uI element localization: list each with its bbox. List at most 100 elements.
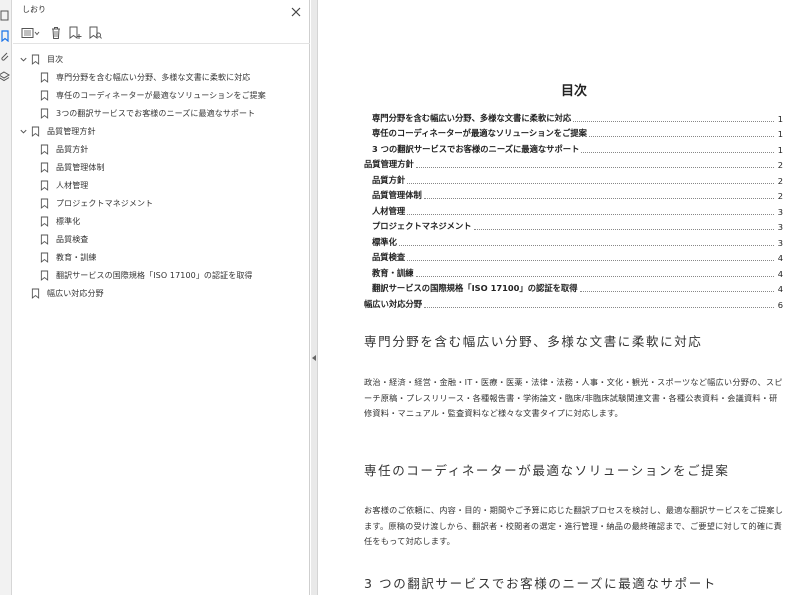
- toc-entry-text: 品質管理体制: [372, 190, 422, 200]
- toc-leader-dots: [581, 151, 774, 153]
- toc-entry[interactable]: 専門分野を含む幅広い分野、多様な文書に柔軟に対応 1: [364, 108, 783, 124]
- toc-entry[interactable]: 標準化 3: [364, 232, 783, 248]
- toc-leader-dots: [473, 229, 774, 230]
- bookmark-icon: [40, 161, 50, 173]
- toc-entry-text: 専任のコーディネーターが最適なソリューションをご提案: [372, 128, 587, 138]
- bookmark-label: 標準化: [56, 216, 81, 226]
- panel-splitter[interactable]: [311, 0, 318, 595]
- delete-bookmark-button[interactable]: [50, 25, 62, 41]
- bookmark-item[interactable]: 教育・訓練: [13, 248, 310, 266]
- toc-entry-text: 教育・訓練: [372, 267, 414, 278]
- chevron-down-icon[interactable]: [18, 54, 28, 64]
- bookmark-item[interactable]: 翻訳サービスの国際規格「ISO 17100」の認証を取得: [13, 266, 310, 284]
- tool-strip: [0, 0, 12, 595]
- layers-icon[interactable]: [0, 70, 10, 82]
- bookmark-item[interactable]: 3つの翻訳サービスでお客様のニーズに最適なサポート: [13, 104, 310, 122]
- toc-page-number: 2: [777, 191, 783, 201]
- bookmarks-icon[interactable]: [0, 30, 10, 42]
- options-menu-button[interactable]: [21, 25, 41, 41]
- toc-entry[interactable]: 幅広い対応分野 6: [364, 294, 783, 310]
- toc-entry-text: 人材管理: [372, 205, 406, 216]
- close-icon[interactable]: [290, 3, 302, 17]
- bookmark-icon: [40, 71, 50, 83]
- section-body-1: 政治・経済・経営・金融・IT・医療・医薬・法律・法務・人事・文化・観光・スポーツ…: [364, 377, 783, 418]
- panel-header: しおり: [13, 0, 310, 20]
- toc-page-number: 2: [777, 160, 783, 170]
- chevron-down-icon[interactable]: [18, 126, 28, 136]
- attachments-icon[interactable]: [0, 50, 10, 62]
- toc-leader-dots: [579, 291, 774, 292]
- bookmark-icon: [31, 125, 41, 137]
- new-bookmark-button[interactable]: [68, 25, 82, 41]
- bookmark-item[interactable]: 専任のコーディネーターが最適なソリューションをご提案: [13, 86, 310, 104]
- toc-page-number: 2: [777, 175, 783, 186]
- toc-entry-text: 品質方針: [372, 174, 406, 185]
- collapse-arrow-icon[interactable]: [312, 355, 316, 361]
- bookmark-label: 品質検査: [56, 234, 89, 244]
- section-heading-1: 専門分野を含む幅広い分野、多様な文書に柔軟に対応: [364, 334, 703, 349]
- toc-page-number: 3: [777, 222, 783, 232]
- bookmark-icon: [31, 53, 41, 65]
- toc-entry[interactable]: 翻訳サービスの国際規格「ISO 17100」の認証を取得 4: [364, 279, 783, 294]
- bookmark-item[interactable]: 品質方針: [13, 140, 310, 158]
- section-heading-2: 専任のコーディネーターが最適なソリューションをご提案: [364, 463, 730, 478]
- toc-page-number: 4: [777, 253, 783, 263]
- toc-page-number: 6: [777, 299, 783, 310]
- toc-entry-text: プロジェクトマネジメント: [372, 221, 472, 231]
- toc-entry[interactable]: 専任のコーディネーターが最適なソリューションをご提案 1: [364, 124, 783, 139]
- section-heading-3: 3 つの翻訳サービスでお客様のニーズに最適なサポート: [364, 576, 717, 591]
- toc-entry-text: 専門分野を含む幅広い分野、多様な文書に柔軟に対応: [372, 112, 572, 123]
- bookmark-item[interactable]: 品質管理体制: [13, 158, 310, 176]
- bookmark-item[interactable]: 品質管理方針: [13, 122, 310, 140]
- toc-leader-dots: [398, 244, 774, 246]
- bookmark-search-button[interactable]: [88, 25, 102, 41]
- toc-page-number: 3: [777, 237, 783, 248]
- bookmark-icon: [40, 269, 50, 281]
- bookmark-label: 3つの翻訳サービスでお客様のニーズに最適なサポート: [56, 108, 256, 118]
- toc-entry-text: 標準化: [372, 236, 397, 247]
- bookmark-label: 専門分野を含む幅広い分野、多様な文書に柔軟に対応: [56, 72, 251, 82]
- table-of-contents: 専門分野を含む幅広い分野、多様な文書に柔軟に対応 1 専任のコーディネーターが最適な…: [364, 108, 783, 310]
- toc-entry[interactable]: 品質検査 4: [364, 248, 783, 263]
- toc-entry[interactable]: プロジェクトマネジメント 3: [364, 217, 783, 232]
- toc-leader-dots: [407, 213, 774, 215]
- toc-leader-dots: [407, 182, 774, 184]
- bookmark-label: 品質管理体制: [56, 162, 105, 172]
- trash-icon: [52, 27, 60, 39]
- bookmark-item[interactable]: 目次: [13, 50, 310, 68]
- toc-entry-text: 品質検査: [372, 252, 406, 262]
- bookmark-item[interactable]: 標準化: [13, 212, 310, 230]
- toc-page-number: 4: [777, 284, 783, 294]
- bookmark-label: 専任のコーディネーターが最適なソリューションをご提案: [56, 90, 266, 100]
- toc-entry[interactable]: 教育・訓練 4: [364, 263, 783, 279]
- bookmark-icon: [31, 287, 41, 299]
- bookmark-label: 幅広い対応分野: [47, 288, 104, 298]
- toc-page-number: 1: [777, 144, 783, 155]
- toc-leader-dots: [407, 260, 774, 261]
- bookmark-item[interactable]: 人材管理: [13, 176, 310, 194]
- bookmark-tree: 目次専門分野を含む幅広い分野、多様な文書に柔軟に対応専任のコーディネーターが最適…: [13, 50, 310, 302]
- toc-page-number: 4: [777, 268, 783, 279]
- page-thumbnails-icon[interactable]: [0, 10, 10, 22]
- bookmark-label: 目次: [47, 54, 64, 64]
- document-page: 目次 専門分野を含む幅広い分野、多様な文書に柔軟に対応 1 専任のコーディネーターが…: [319, 0, 800, 595]
- toc-entry-text: 品質管理方針: [364, 159, 414, 169]
- toc-entry[interactable]: 品質方針 2: [364, 170, 783, 186]
- bookmark-item[interactable]: 専門分野を含む幅広い分野、多様な文書に柔軟に対応: [13, 68, 310, 86]
- bookmark-item[interactable]: 幅広い対応分野: [13, 284, 310, 302]
- bookmark-item[interactable]: プロジェクトマネジメント: [13, 194, 310, 212]
- toc-entry[interactable]: 3 つの翻訳サービスでお客様のニーズに最適なサポート 1: [364, 139, 783, 155]
- toc-entry[interactable]: 人材管理 3: [364, 201, 783, 217]
- toc-page-number: 1: [777, 129, 783, 139]
- toc-page-number: 3: [777, 206, 783, 217]
- bookmark-icon: [40, 251, 50, 263]
- panel-title: しおり: [22, 5, 46, 14]
- toc-leader-dots: [415, 167, 774, 168]
- toc-entry[interactable]: 品質管理体制 2: [364, 186, 783, 201]
- bookmark-item[interactable]: 品質検査: [13, 230, 310, 248]
- toc-leader-dots: [573, 120, 774, 122]
- toc-entry-text: 3 つの翻訳サービスでお客様のニーズに最適なサポート: [372, 143, 580, 154]
- toc-entry[interactable]: 品質管理方針 2: [364, 155, 783, 170]
- panel-toolbar: [13, 22, 310, 44]
- bookmark-label: 品質方針: [56, 144, 89, 154]
